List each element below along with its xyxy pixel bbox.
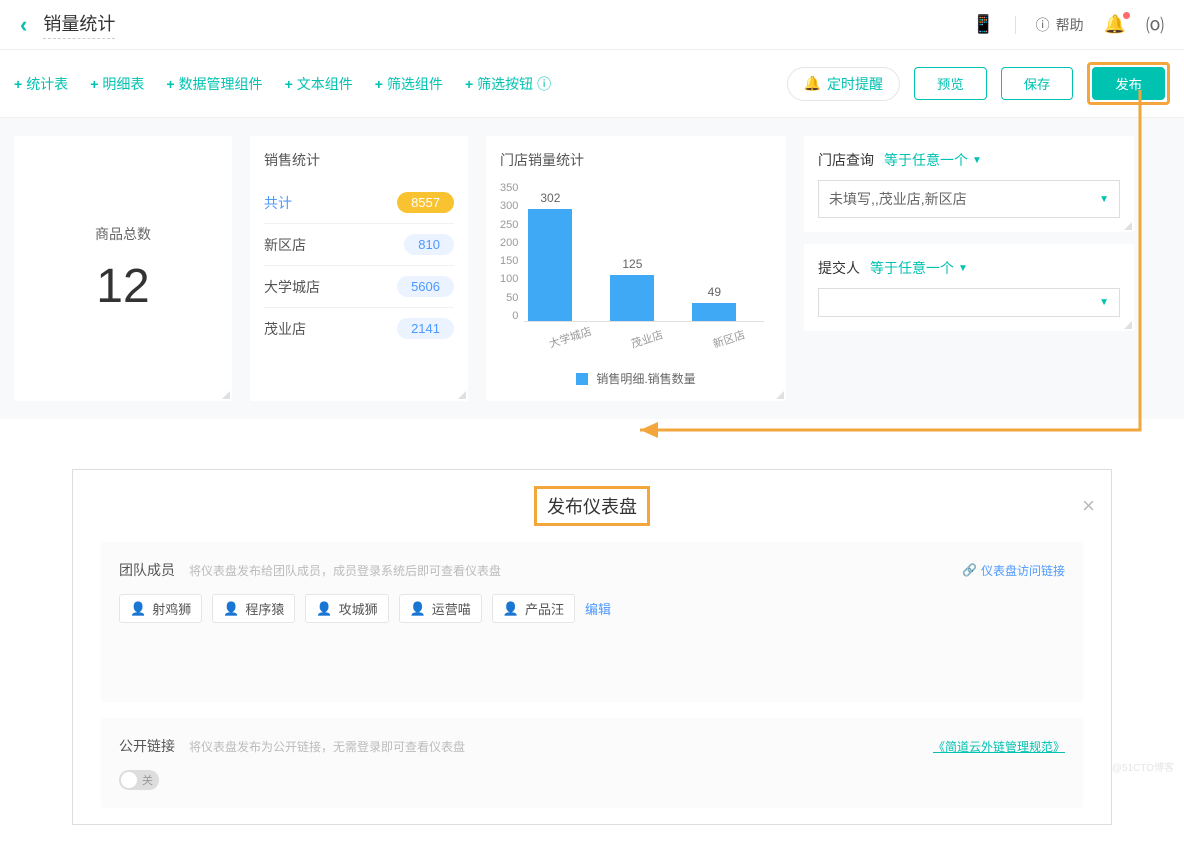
add-2[interactable]: + 数据管理组件 (166, 74, 262, 94)
add-3[interactable]: + 文本组件 (285, 74, 353, 94)
person-icon: 👤 (503, 601, 519, 617)
help-button[interactable]: ⓘ 帮助 (1036, 15, 1084, 35)
bar[interactable]: 302 (524, 191, 576, 321)
help-icon: ⓘ (537, 74, 551, 94)
add-0[interactable]: + 统计表 (14, 74, 68, 94)
user-avatar-icon[interactable]: ⒪ (1146, 12, 1164, 38)
help-icon: ⓘ (1036, 15, 1050, 35)
person-icon: 👤 (316, 601, 332, 617)
member-chip[interactable]: 👤产品汪 (492, 594, 575, 623)
stat-row[interactable]: 茂业店 2141 (264, 307, 454, 349)
member-chip[interactable]: 👤运营喵 (399, 594, 482, 623)
toggle-label: 关 (142, 772, 153, 788)
team-section: 团队成员 将仪表盘发布给团队成员，成员登录系统后即可查看仪表盘 🔗 仪表盘访问链… (101, 542, 1083, 702)
plus-icon: + (465, 76, 473, 92)
member-chip[interactable]: 👤程序猿 (212, 594, 295, 623)
stats-title: 销售统计 (264, 150, 454, 170)
notification-bell-icon[interactable]: 🔔 (1104, 14, 1126, 35)
stat-name: 大学城店 (264, 277, 320, 297)
person-icon: 👤 (130, 601, 146, 617)
publish-modal: 发布仪表盘 × 团队成员 将仪表盘发布给团队成员，成员登录系统后即可查看仪表盘 … (72, 469, 1112, 825)
stat-value: 810 (404, 234, 454, 255)
mobile-icon[interactable]: 📱 (972, 14, 994, 35)
person-icon: 👤 (223, 601, 239, 617)
plus-icon: + (285, 76, 293, 92)
plus-icon: + (90, 76, 98, 92)
add-1[interactable]: + 明细表 (90, 74, 144, 94)
public-desc: 将仪表盘发布为公开链接，无需登录即可查看仪表盘 (189, 738, 465, 755)
back-button[interactable]: ‹ (20, 12, 27, 38)
modal-title: 发布仪表盘 (534, 486, 650, 526)
edit-members[interactable]: 编辑 (585, 599, 611, 618)
stat-row[interactable]: 新区店 810 (264, 223, 454, 265)
plus-icon: + (375, 76, 383, 92)
plus-icon: + (166, 76, 174, 92)
public-title: 公开链接 (119, 736, 175, 756)
stat-name: 新区店 (264, 235, 306, 255)
legend-color-icon (576, 373, 588, 385)
dashboard-link[interactable]: 🔗 仪表盘访问链接 (962, 562, 1065, 579)
stat-value: 8557 (397, 192, 454, 213)
stat-row[interactable]: 大学城店 5606 (264, 265, 454, 307)
rule-link[interactable]: 《简道云外链管理规范》 (933, 738, 1065, 755)
link-icon: 🔗 (962, 563, 977, 577)
member-chip[interactable]: 👤攻城狮 (305, 594, 388, 623)
team-desc: 将仪表盘发布给团队成员，成员登录系统后即可查看仪表盘 (189, 562, 501, 579)
card-product-total[interactable]: 商品总数 12 (14, 136, 232, 401)
team-title: 团队成员 (119, 560, 175, 580)
public-toggle[interactable]: 关 (119, 770, 1065, 790)
stat-name: 茂业店 (264, 319, 306, 339)
watermark: @51CTO博客 (1112, 759, 1174, 774)
plus-icon: + (14, 76, 22, 92)
help-label: 帮助 (1056, 15, 1084, 35)
divider (1015, 16, 1016, 34)
page-title[interactable]: 销量统计 (43, 10, 115, 39)
close-icon[interactable]: × (1082, 493, 1095, 519)
stat-name: 共计 (264, 193, 292, 213)
person-icon: 👤 (410, 601, 426, 617)
stat-value: 5606 (397, 276, 454, 297)
public-section: 公开链接 将仪表盘发布为公开链接，无需登录即可查看仪表盘 《简道云外链管理规范》… (101, 718, 1083, 808)
annotation-arrow (620, 60, 1150, 440)
stat-value: 2141 (397, 318, 454, 339)
card-sales-stats[interactable]: 销售统计 共计 8557 新区店 810 大学城店 5606 茂业店 2141 (250, 136, 468, 401)
total-value: 12 (96, 259, 149, 314)
total-label: 商品总数 (95, 224, 151, 244)
add-4[interactable]: + 筛选组件 (375, 74, 443, 94)
add-5[interactable]: + 筛选按钮 ⓘ (465, 74, 551, 94)
member-chip[interactable]: 👤射鸡狮 (119, 594, 202, 623)
stat-row[interactable]: 共计 8557 (264, 182, 454, 223)
